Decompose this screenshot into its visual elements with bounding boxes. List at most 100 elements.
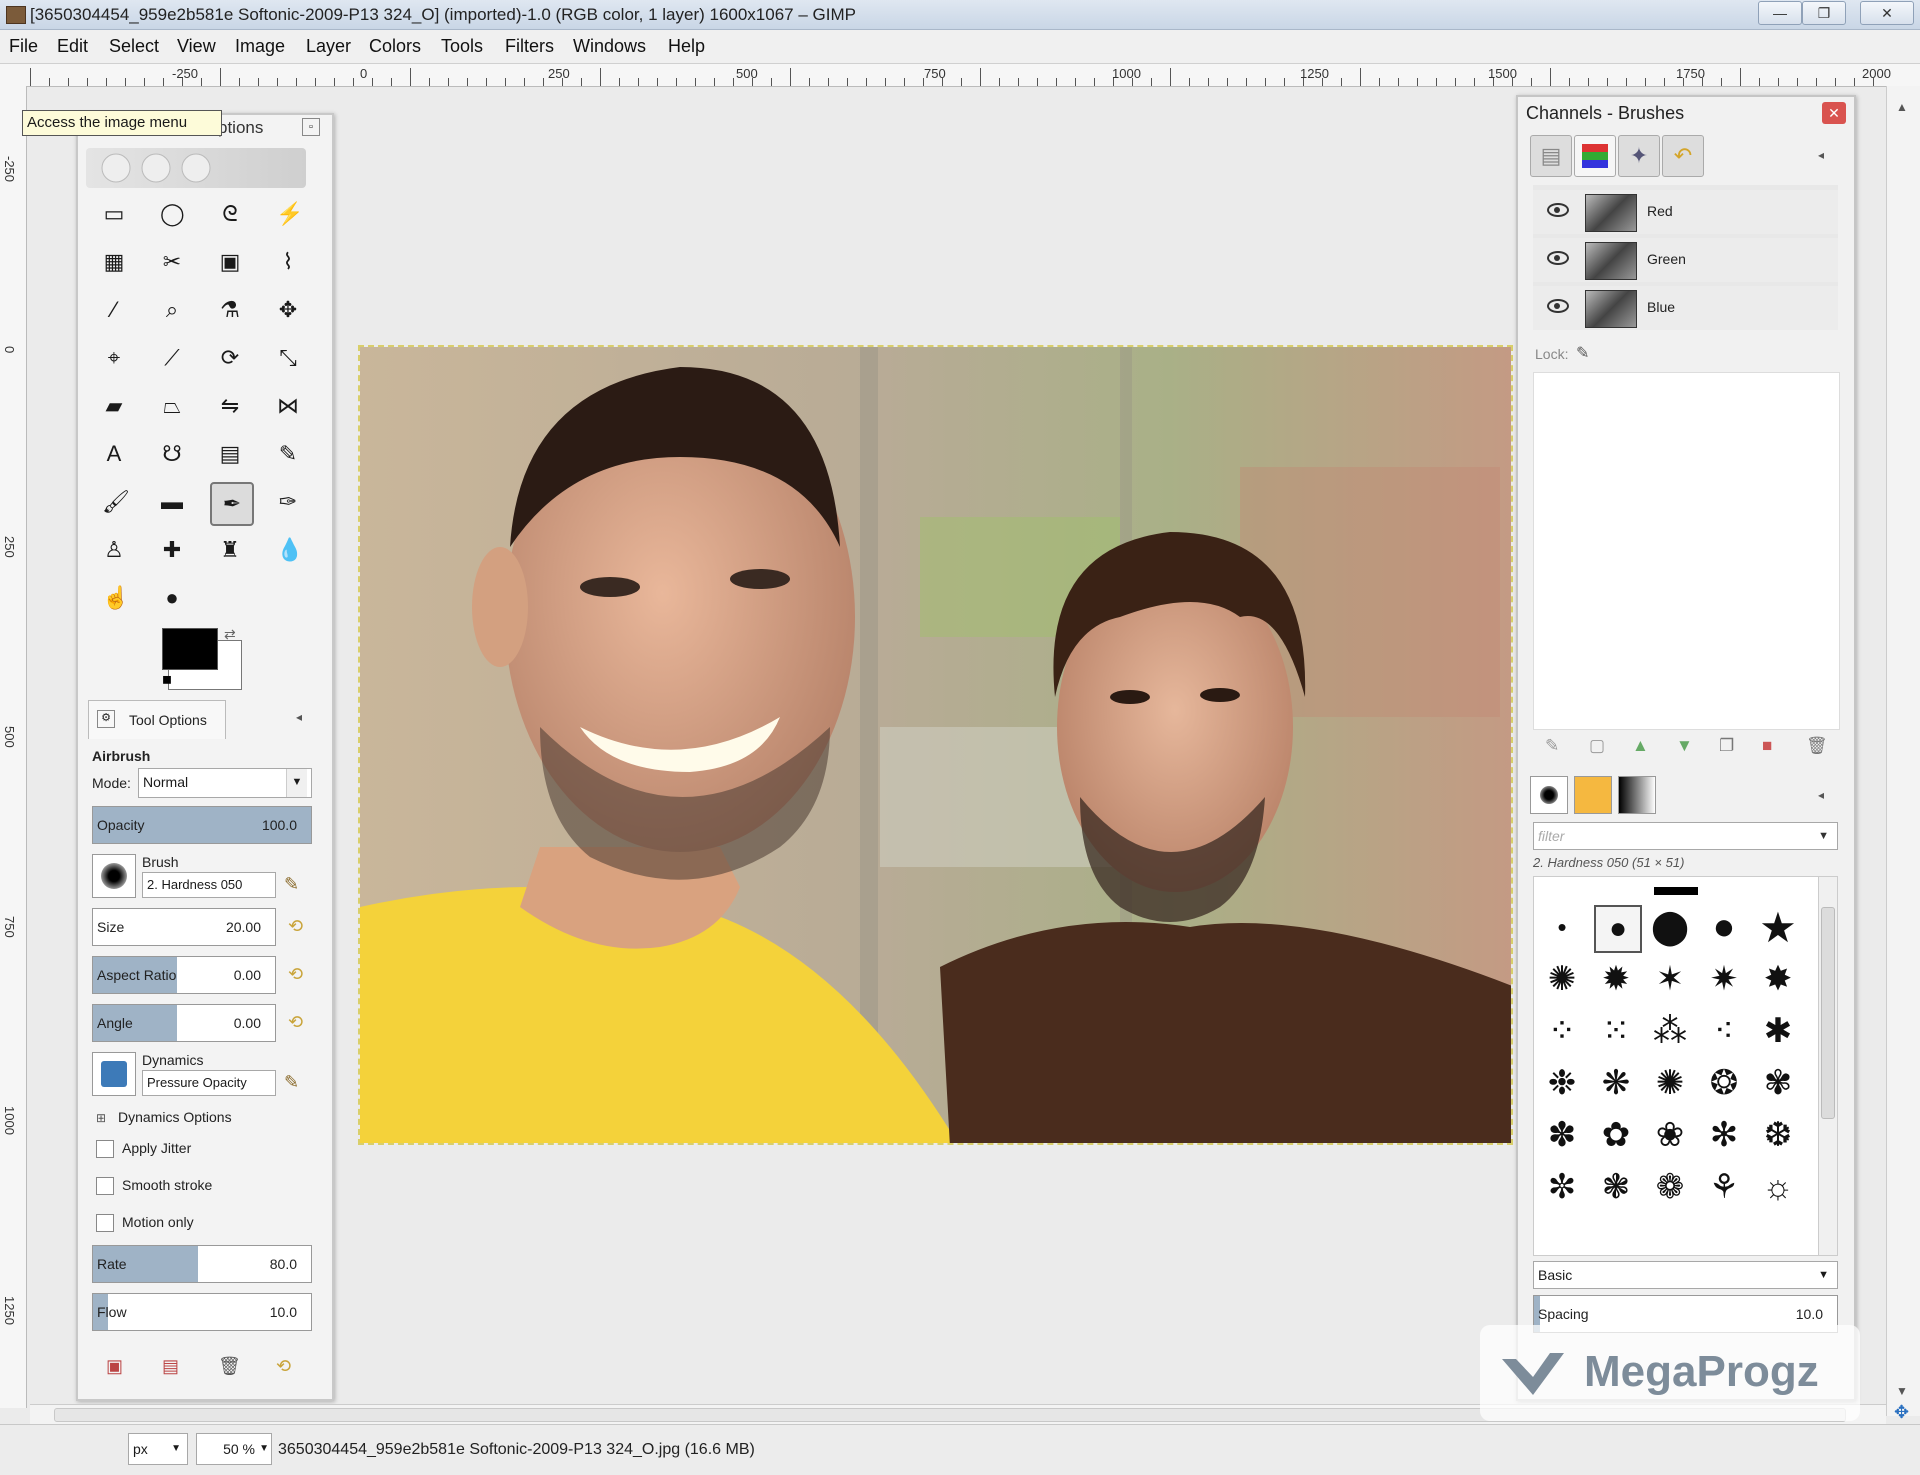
brush-preset-icon[interactable]: • (1540, 905, 1584, 949)
menu-tools[interactable]: Tools (441, 36, 483, 57)
minimize-button[interactable]: — (1758, 1, 1802, 25)
smudge-tool-button[interactable]: ☝ (94, 578, 134, 618)
cage-tool-button[interactable]: ⋈ (268, 386, 308, 426)
brush-preset-icon[interactable]: ✸ (1756, 957, 1800, 1001)
align-tool-button[interactable]: ⌖ (94, 338, 134, 378)
brush-preset-icon[interactable]: ❃ (1594, 1165, 1638, 1209)
rect-select-tool-button[interactable]: ▭ (94, 194, 134, 234)
angle-slider[interactable]: Angle 0.00 (92, 1004, 276, 1042)
delete-options-icon[interactable]: 🗑 (218, 1356, 241, 1377)
eraser-tool-button[interactable]: ▬ (152, 482, 192, 522)
toolbox-menu-icon[interactable]: ▫ (302, 118, 320, 136)
bucket-fill-tool-button[interactable]: ☋ (152, 434, 192, 474)
patterns-tab-icon[interactable] (1574, 776, 1612, 814)
brush-name-field[interactable]: 2. Hardness 050 (142, 872, 276, 898)
channel-row-blue[interactable]: Blue (1533, 286, 1838, 330)
scale-tool-button[interactable]: ⤡ (268, 338, 308, 378)
measure-tool-button[interactable]: ⚗ (210, 290, 250, 330)
vertical-scrollbar[interactable] (1886, 86, 1920, 1416)
brush-preset-icon[interactable]: ❁ (1648, 1165, 1692, 1209)
brush-grid-scrollbar[interactable] (1818, 876, 1838, 1256)
undo-history-tab-icon[interactable]: ↶ (1662, 135, 1704, 177)
brush-preset-icon[interactable]: ❋ (1594, 1061, 1638, 1105)
paths-tab-icon[interactable]: ✦ (1618, 135, 1660, 177)
perspective-tool-button[interactable]: ⏢ (152, 386, 192, 426)
dynamics-preview-button[interactable] (92, 1052, 136, 1096)
delete-channel-icon[interactable]: 🗑 (1806, 736, 1828, 756)
dynamics-options-expander[interactable]: Dynamics Options (118, 1109, 232, 1125)
layers-tab-icon[interactable]: ▤ (1530, 135, 1572, 177)
tool-options-menu-icon[interactable]: ◂ (296, 710, 302, 724)
brush-preview-button[interactable] (92, 854, 136, 898)
ink-tool-button[interactable]: ✑ (268, 482, 308, 522)
menu-filters[interactable]: Filters (505, 36, 554, 57)
menu-help[interactable]: Help (668, 36, 705, 57)
heal-tool-button[interactable]: ✚ (152, 530, 192, 570)
blur-tool-button[interactable]: 💧 (268, 530, 308, 570)
raise-channel-icon[interactable]: ▲ (1632, 736, 1649, 756)
brush-preset-select[interactable]: Basic ▼ (1533, 1261, 1838, 1289)
channels-menu-icon[interactable]: ◂ (1818, 148, 1824, 162)
reset-angle-icon[interactable]: ⟲ (288, 1012, 303, 1033)
brush-preset-icon[interactable]: ❆ (1756, 1113, 1800, 1157)
edit-brush-icon[interactable]: ✎ (284, 874, 299, 895)
free-select-tool-button[interactable]: ᘓ (210, 194, 250, 234)
brushes-menu-icon[interactable]: ◂ (1818, 788, 1824, 802)
maximize-button[interactable]: ❐ (1802, 1, 1846, 25)
brush-preset-icon[interactable]: ✻ (1702, 1113, 1746, 1157)
text-tool-button[interactable]: A (94, 434, 134, 474)
brush-preset-icon[interactable]: ❉ (1540, 1061, 1584, 1105)
airbrush-tool-button[interactable]: ✒ (210, 482, 254, 526)
menu-image[interactable]: Image (235, 36, 285, 57)
menu-layer[interactable]: Layer (306, 36, 351, 57)
brush-preset-icon[interactable]: ★ (1756, 904, 1800, 951)
paths-tool-button[interactable]: ⌇ (268, 242, 308, 282)
wilber-drop-area[interactable] (86, 148, 306, 188)
brush-preset-icon[interactable]: ✺ (1540, 957, 1584, 1001)
brush-preset-icon[interactable]: ✷ (1702, 957, 1746, 1001)
channel-row-green[interactable]: Green (1533, 238, 1838, 282)
brush-grid[interactable]: • ● ⬤ ● ★ ✺ ✹ ✶ ✷ ✸ ⁘ ⁙ ⁂ ⁖ ✱ ❉ ❋ ✺ ❂ ✾ ✽ ✿ ❀ ✻ ❆ ✼ ❃ ❁ ⚘ ☼ (1533, 876, 1819, 1256)
eye-icon[interactable] (1547, 299, 1569, 313)
brush-preset-icon[interactable]: ❂ (1702, 1061, 1746, 1105)
brush-preset-icon[interactable]: ✽ (1540, 1113, 1584, 1157)
navigate-icon[interactable]: ✥ (1894, 1402, 1909, 1423)
scroll-up-icon[interactable]: ▲ (1896, 100, 1908, 114)
brush-preset-icon[interactable]: ● (1594, 905, 1642, 953)
brush-preset-icon[interactable]: ❀ (1648, 1113, 1692, 1157)
scrollbar-thumb[interactable] (1821, 907, 1835, 1119)
color-picker-tool-button[interactable]: ⁄ (94, 290, 134, 330)
brushes-tab-icon[interactable] (1530, 776, 1568, 814)
brush-preset-icon[interactable]: ⁖ (1702, 1009, 1746, 1053)
save-options-icon[interactable]: ▣ (106, 1356, 123, 1377)
lower-channel-icon[interactable]: ▼ (1676, 736, 1693, 756)
brush-filter-field[interactable]: filter ▼ (1533, 822, 1838, 850)
restore-options-icon[interactable]: ▤ (162, 1356, 179, 1377)
menu-edit[interactable]: Edit (57, 36, 88, 57)
flow-slider[interactable]: Flow 10.0 (92, 1293, 312, 1331)
brush-preset-icon[interactable]: ⁘ (1540, 1009, 1584, 1053)
new-channel-icon[interactable]: ▢ (1589, 736, 1605, 756)
pencil-tool-button[interactable]: ✎ (268, 434, 308, 474)
brush-preset-icon[interactable]: ✿ (1594, 1113, 1638, 1157)
menu-select[interactable]: Select (109, 36, 159, 57)
menu-windows[interactable]: Windows (573, 36, 646, 57)
smooth-stroke-checkbox[interactable] (96, 1177, 114, 1195)
perspective-clone-tool-button[interactable]: ♜ (210, 530, 250, 570)
ellipse-select-tool-button[interactable]: ◯ (152, 194, 192, 234)
brush-preset-icon[interactable]: ✹ (1594, 957, 1638, 1001)
duplicate-channel-icon[interactable]: ❐ (1719, 736, 1734, 756)
brush-preset-icon[interactable]: ⚘ (1702, 1165, 1746, 1209)
brush-preset-icon[interactable]: ☼ (1756, 1165, 1800, 1209)
brush-preset-icon[interactable]: ✾ (1756, 1061, 1800, 1105)
aspect-ratio-slider[interactable]: Aspect Ratio 0.00 (92, 956, 276, 994)
eye-icon[interactable] (1547, 251, 1569, 265)
dynamics-name-field[interactable]: Pressure Opacity (142, 1070, 276, 1096)
tab-tool-options[interactable]: ⚙ Tool Options (88, 700, 226, 739)
select-by-color-tool-button[interactable]: ▦ (94, 242, 134, 282)
flip-tool-button[interactable]: ⇋ (210, 386, 250, 426)
brush-preset-icon[interactable]: ✺ (1648, 1061, 1692, 1105)
foreground-color-swatch[interactable] (162, 628, 218, 670)
brush-preset-icon[interactable]: ⁂ (1648, 1009, 1692, 1053)
crop-tool-button[interactable]: ⟋ (152, 338, 192, 378)
